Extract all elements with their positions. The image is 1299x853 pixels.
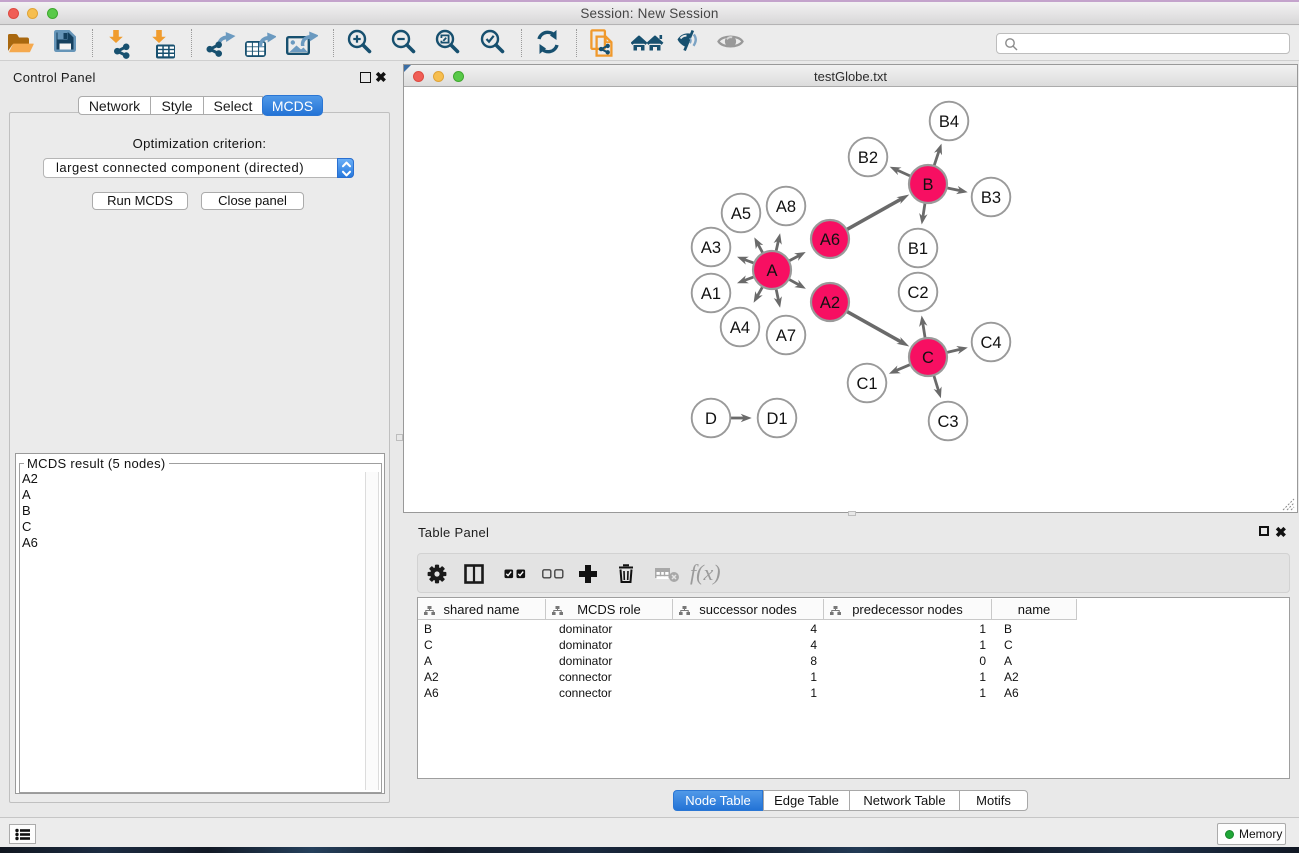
svg-text:B4: B4 xyxy=(939,113,959,131)
svg-text:C1: C1 xyxy=(856,375,877,393)
svg-text:B: B xyxy=(922,176,933,194)
svg-text:C: C xyxy=(922,349,934,367)
svg-text:D1: D1 xyxy=(766,410,787,428)
svg-text:C4: C4 xyxy=(980,334,1001,352)
svg-text:B2: B2 xyxy=(858,149,878,167)
svg-text:A8: A8 xyxy=(776,198,796,216)
svg-text:B3: B3 xyxy=(981,189,1001,207)
svg-text:C2: C2 xyxy=(907,284,928,302)
svg-text:A: A xyxy=(766,262,777,280)
svg-text:A3: A3 xyxy=(701,239,721,257)
svg-text:A6: A6 xyxy=(820,231,840,249)
svg-text:D: D xyxy=(705,410,717,428)
svg-text:B1: B1 xyxy=(908,240,928,258)
svg-text:C3: C3 xyxy=(937,413,958,431)
svg-text:A5: A5 xyxy=(731,205,751,223)
svg-text:A4: A4 xyxy=(730,319,750,337)
svg-text:A1: A1 xyxy=(701,285,721,303)
svg-text:A7: A7 xyxy=(776,327,796,345)
svg-text:A2: A2 xyxy=(820,294,840,312)
